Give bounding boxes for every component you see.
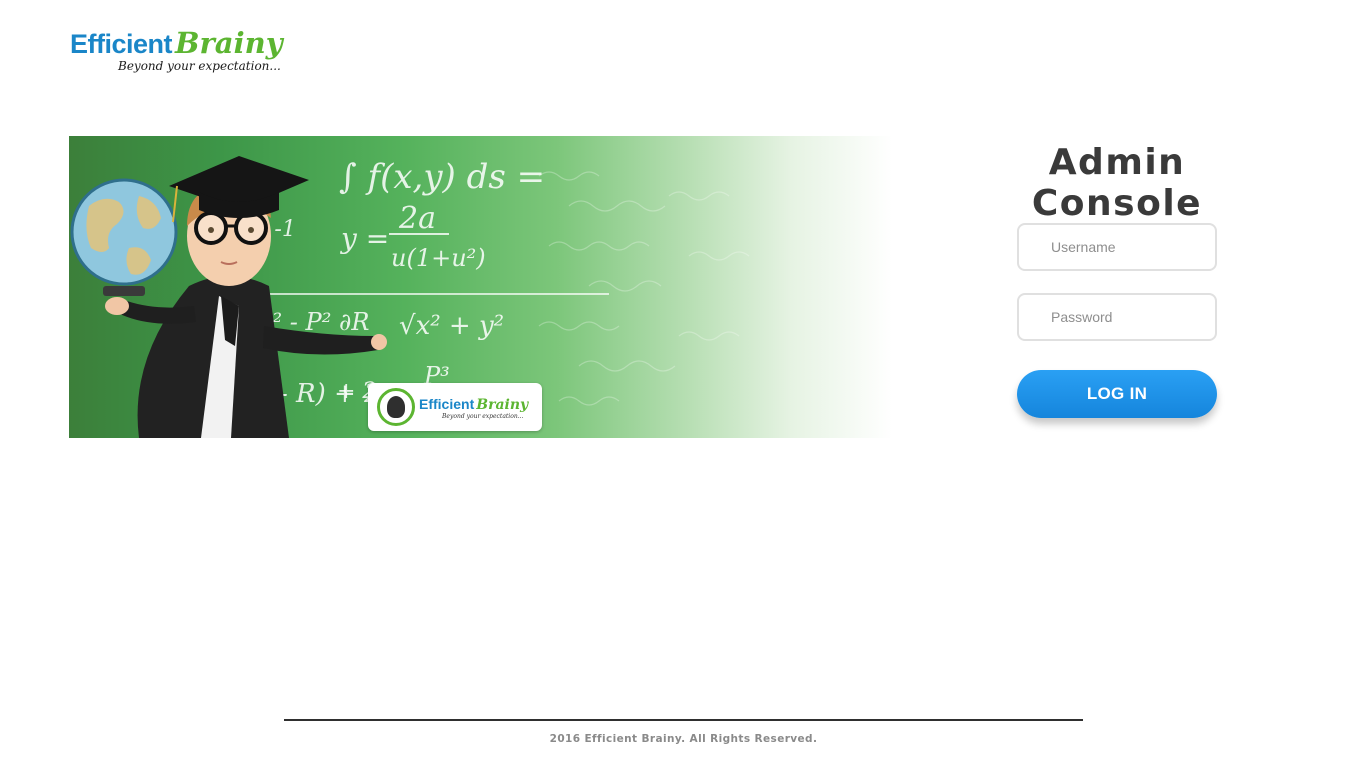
page-title: Admin Console (1031, 142, 1203, 224)
login-button[interactable]: LOG IN (1017, 370, 1217, 418)
formula-root: √x² + y² (399, 311, 504, 341)
globe-illustration (70, 178, 178, 296)
login-page: Efficient Brainy Beyond your expectation.… (0, 0, 1366, 768)
username-input[interactable] (1017, 223, 1217, 271)
footer-copyright: 2016 Efficient Brainy. All Rights Reserv… (549, 733, 818, 745)
footer-divider (284, 719, 1083, 721)
efficient-brainy-logo[interactable]: Efficient Brainy Beyond your expectation.… (70, 18, 300, 80)
logo-word-brainy: Brainy (175, 26, 283, 60)
badge-word-efficient: Efficient (419, 396, 475, 412)
logo-brand: Efficient Brainy (70, 26, 283, 60)
logo-tagline: Beyond your expectation... (118, 59, 281, 73)
logo-word-efficient: Efficient (70, 29, 173, 59)
formula-u: u(1+u²) (391, 244, 486, 272)
formula-y: y = (339, 222, 389, 255)
badge-tagline: Beyond your expectation... (442, 413, 524, 420)
banner-logo-badge: Efficient Brainy Beyond your expectation.… (368, 383, 542, 431)
brain-head-icon (377, 388, 415, 426)
badge-word-brainy: Brainy (476, 397, 529, 413)
badge-brand: Efficient Brainy (419, 396, 528, 413)
formula-2a: 2a (398, 201, 436, 236)
formula-integral: ∫ f(x,y) ds = (339, 157, 545, 197)
password-input[interactable] (1017, 293, 1217, 341)
hero-banner: ∫ f(x,y) ds = 2a y = u(1+u²) × -1 √x² + … (69, 136, 909, 438)
